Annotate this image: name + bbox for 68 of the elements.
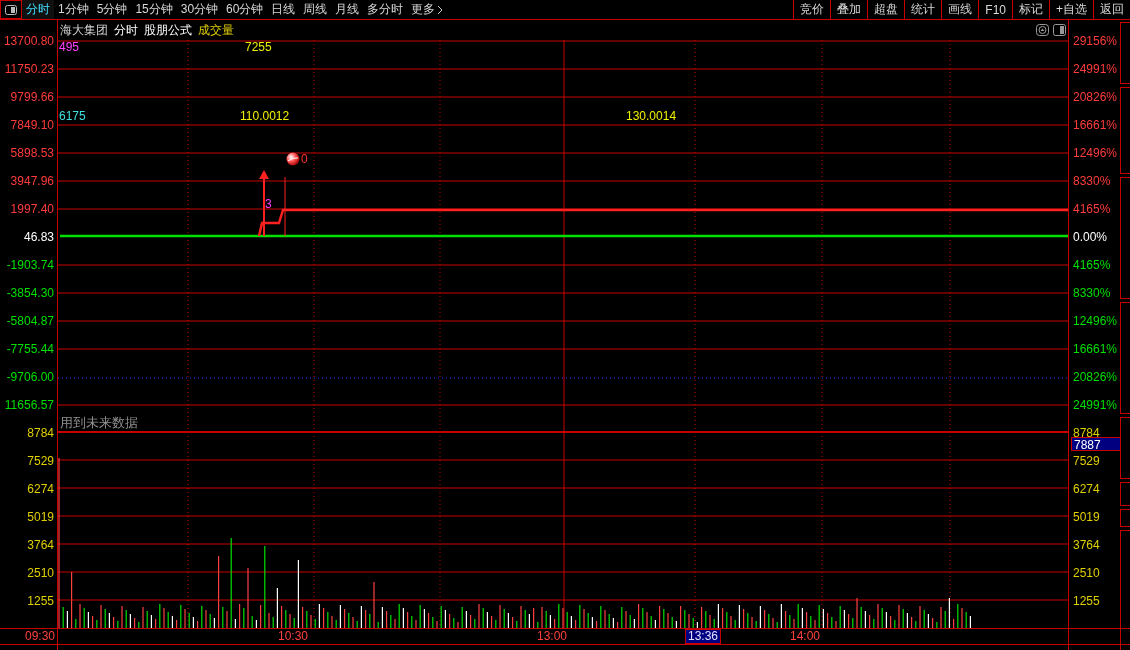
price-axis-label: 11656.57 [4,398,54,412]
price-axis-label: 46.83 [23,230,54,244]
price-axis-label: -7755.44 [6,342,54,356]
scroll-up-icon[interactable] [1036,24,1049,36]
signal-count: 3 [265,197,272,211]
time-axis-label: 14:00 [789,629,821,644]
volume-axis-label: 8784 [27,426,54,440]
signal-ball-icon [286,152,300,166]
percent-axis-label: 8330% [1073,286,1111,300]
time-axis-label: 09:30 [24,629,56,644]
percent-axis-label: 0.00% [1073,230,1108,244]
side-panel-icon[interactable] [1053,24,1066,36]
volume-axis-label: 3764 [27,538,54,552]
percent-axis-label: 24991% [1073,62,1118,76]
time-axis-label: 13:00 [536,629,568,644]
price-axis-label: 5898.53 [10,146,54,160]
current-volume-label: 7887 [1071,437,1121,451]
percent-axis-label: 12496% [1073,314,1118,328]
price-axis-label: 7849.10 [10,118,54,132]
period-label: 分时 [114,21,138,39]
time-axis-label: 10:30 [277,629,309,644]
volume-axis-label: 2510 [27,566,54,580]
up-arrow-icon [259,170,269,237]
formula-name: 股朋公式 [144,21,192,39]
price-axis-label: 3947.96 [10,174,54,188]
price-axis-label: -1903.74 [6,258,54,272]
price-axis-label: 9799.66 [10,90,54,104]
volume-axis-label: 6274 [1073,482,1100,496]
percent-axis-label: 4165% [1073,202,1111,216]
percent-axis-label: 24991% [1073,398,1118,412]
volume-axis-label: 2510 [1073,566,1100,580]
panel-toggle-button[interactable] [0,0,22,19]
volume-axis-label: 1255 [27,594,54,608]
volume-axis-label: 6274 [27,482,54,496]
chevron-right-icon [437,4,445,15]
volume-axis-label: 8784 [1073,426,1100,440]
volume-axis-label: 7529 [27,454,54,468]
volume-axis-label: 3764 [1073,538,1100,552]
percent-axis-label: 12496% [1073,146,1118,160]
readout-value: 110.0012 [240,109,290,123]
percent-axis-label: 20826% [1073,370,1118,384]
volume-axis-label: 7529 [1073,454,1100,468]
readout-value: 7255 [245,40,272,54]
volume-axis-label: 1255 [1073,594,1100,608]
panel-icon [5,4,17,15]
percent-axis-label: 16661% [1073,342,1118,356]
percent-axis-label: 8330% [1073,174,1111,188]
percent-axis-label: 29156% [1073,34,1118,48]
price-axis-label: -9706.00 [6,370,54,384]
price-axis-label: 1997.40 [10,202,54,216]
price-axis-label: -3854.30 [6,286,54,300]
price-axis-label: -5804.87 [6,314,54,328]
price-axis-label: 11750.23 [4,62,54,76]
time-axis-label: 13:36 [685,629,721,644]
period-tab[interactable]: 分时 [22,0,54,19]
future-data-notice: 用到未来数据 [60,416,138,430]
indicator-name: 成交量 [198,21,234,39]
percent-axis-label: 20826% [1073,90,1118,104]
price-axis-label: 13700.80 [3,34,54,48]
volume-axis-label: 5019 [1073,510,1100,524]
percent-axis-label: 4165% [1073,258,1111,272]
stock-name: 海大集团 [60,21,108,39]
percent-axis-label: 16661% [1073,118,1118,132]
readout-value: 130.0014 [626,109,677,123]
volume-axis-label: 5019 [27,510,54,524]
signal-marker: 0 [301,152,308,166]
readout-value: 495 [59,40,80,54]
readout-value: 6175 [59,109,86,123]
